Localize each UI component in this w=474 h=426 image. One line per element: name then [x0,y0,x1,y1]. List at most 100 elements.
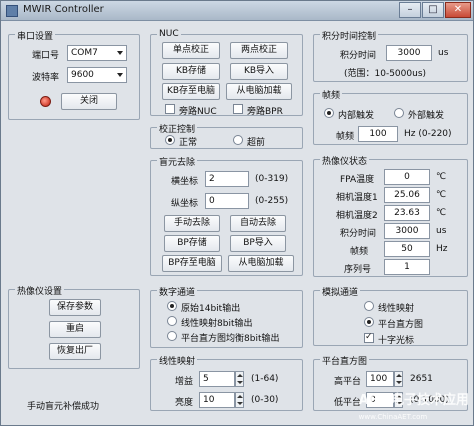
bp-load-from-pc-button[interactable]: 从电脑加载 [228,255,294,272]
kb-store-button[interactable]: KB存储 [162,63,220,80]
high-platform-spinner[interactable] [394,371,403,387]
save-params-button[interactable]: 保存参数 [49,299,101,316]
digital-channel-group-title: 数字通道 [157,285,198,298]
low-platform-label: 低平台 [334,398,362,408]
linear8-radio[interactable] [167,316,177,326]
nuc-group: NUC 单点校正 两点校正 KB存储 KB导入 KB存至电脑 从电脑加载 旁路N… [150,29,303,117]
restart-button[interactable]: 重启 [49,321,101,338]
status-frame-rate-unit: Hz [436,244,448,254]
external-trigger-radio[interactable] [394,108,404,118]
bp-import-button[interactable]: BP导入 [230,235,286,252]
close-window-button[interactable]: ✕ [445,2,471,18]
connection-status-led-icon [40,96,51,107]
hist8-radio[interactable] [167,331,177,341]
port-select[interactable]: COM7 [67,45,127,61]
thermal-status-group-title: 热像仪状态 [320,154,370,167]
high-platform-input[interactable]: 100 [366,371,394,387]
high-platform-label: 高平台 [334,377,362,387]
calib-normal-label: 正常 [179,138,198,148]
v-coord-range: (0-255) [255,196,289,206]
fpa-temp-label: FPA温度 [340,175,375,185]
integration-time-label: 积分时间 [340,51,377,61]
baud-select[interactable]: 9600 [67,67,127,83]
bypass-bpr-label: 旁路BPR [247,107,283,117]
bypass-nuc-checkbox[interactable] [165,104,175,114]
calib-ultra-label: 超前 [247,138,266,148]
brightness-spinner[interactable] [235,392,244,408]
calib-ultra-radio[interactable] [233,135,243,145]
brightness-input[interactable]: 10 [199,392,235,408]
calibration-group-title: 校正控制 [157,122,198,135]
blind-pixel-group: 盲元去除 横坐标 2 (0-319) 纵坐标 0 (0-255) 手动去除 自动… [150,155,303,276]
frame-rate-input[interactable]: 100 [358,126,398,142]
arrow-down-icon [396,381,402,384]
manual-remove-button[interactable]: 手动去除 [164,215,220,232]
kb-load-from-pc-button[interactable]: 从电脑加载 [226,83,292,100]
integration-time-unit: us [438,48,449,58]
blind-pixel-group-title: 盲元去除 [157,155,198,168]
thermal-settings-group: 热像仪设置 保存参数 重启 恢复出厂 [8,284,140,369]
status-frame-rate-label: 帧频 [350,247,369,257]
kb-import-button[interactable]: KB导入 [230,63,288,80]
app-icon [6,5,18,17]
cam2-temp-value: 23.63 [384,205,430,221]
integration-time-group-title: 积分时间控制 [320,29,379,42]
bp-store-button[interactable]: BP存储 [164,235,220,252]
thermal-status-group: 热像仪状态 FPA温度 0 ℃ 相机温度1 25.06 ℃ 相机温度2 23.6… [313,154,468,277]
linear-map-group-title: 线性映射 [157,354,198,367]
watermark-brand: AET [358,393,387,408]
port-label: 端口号 [32,51,60,61]
fpa-temp-unit: ℃ [436,172,447,182]
baud-label: 波特率 [32,73,60,83]
analog-platform-radio[interactable] [364,317,374,327]
arrow-down-icon [237,381,243,384]
raw14-radio[interactable] [167,301,177,311]
hist8-label: 平台直方图均衡8bit输出 [181,334,280,344]
gain-spinner[interactable] [235,371,244,387]
serial-number-label: 序列号 [344,265,372,275]
bypass-nuc-label: 旁路NUC [179,107,217,117]
thermal-settings-group-title: 热像仪设置 [15,284,65,297]
raw14-label: 原始14bit输出 [181,304,241,314]
h-coord-input[interactable]: 2 [205,171,249,187]
arrow-up-icon [396,374,402,377]
factory-reset-button[interactable]: 恢复出厂 [49,343,101,360]
status-frame-rate-value: 50 [384,241,430,257]
integration-time-range: (范围：10-5000us) [344,69,427,79]
two-point-calib-button[interactable]: 两点校正 [230,42,288,59]
frame-rate-range: Hz (0-220) [404,129,452,139]
frame-rate-label: 帧频 [336,132,355,142]
v-coord-input[interactable]: 0 [205,193,249,209]
serial-group: 串口设置 端口号 COM7 波特率 9600 关闭 [8,29,140,120]
internal-trigger-radio[interactable] [324,108,334,118]
single-point-calib-button[interactable]: 单点校正 [162,42,220,59]
maximize-button[interactable]: □ [422,2,444,18]
frame-rate-group: 帧频 内部触发 外部触发 帧频 100 Hz (0-220) [313,88,468,145]
cam1-temp-label: 相机温度1 [336,193,378,203]
kb-save-to-pc-button[interactable]: KB存至电脑 [162,83,220,100]
analog-linear-label: 线性映射 [378,304,415,314]
minimize-button[interactable]: – [399,2,421,18]
calibration-group: 校正控制 正常 超前 [150,122,303,149]
watermark-url: www.ChinaAET.com [358,413,428,421]
cam1-temp-unit: ℃ [436,190,447,200]
auto-remove-button[interactable]: 自动去除 [230,215,286,232]
crosshair-checkbox[interactable] [364,332,374,343]
brightness-label: 亮度 [175,398,194,408]
analog-channel-group: 模拟通道 线性映射 平台直方图 十字光标 [313,285,468,346]
serial-number-value: 1 [384,259,430,275]
mwir-controller-window: MWIR Controller – □ ✕ 串口设置 端口号 COM7 波特率 … [0,0,474,426]
digital-channel-group: 数字通道 原始14bit输出 线性映射8bit输出 平台直方图均衡8bit输出 [150,285,303,348]
external-trigger-label: 外部触发 [408,111,445,121]
calib-normal-radio[interactable] [165,135,175,145]
close-port-button[interactable]: 关闭 [61,93,117,110]
chevron-down-icon [117,51,123,55]
fpa-temp-value: 0 [384,169,430,185]
bp-save-to-pc-button[interactable]: BP存至电脑 [162,255,222,272]
cam1-temp-value: 25.06 [384,187,430,203]
integration-time-input[interactable]: 3000 [386,45,432,61]
bypass-bpr-checkbox[interactable] [233,104,243,114]
arrow-up-icon [237,374,243,377]
gain-input[interactable]: 5 [199,371,235,387]
analog-linear-radio[interactable] [364,301,374,311]
